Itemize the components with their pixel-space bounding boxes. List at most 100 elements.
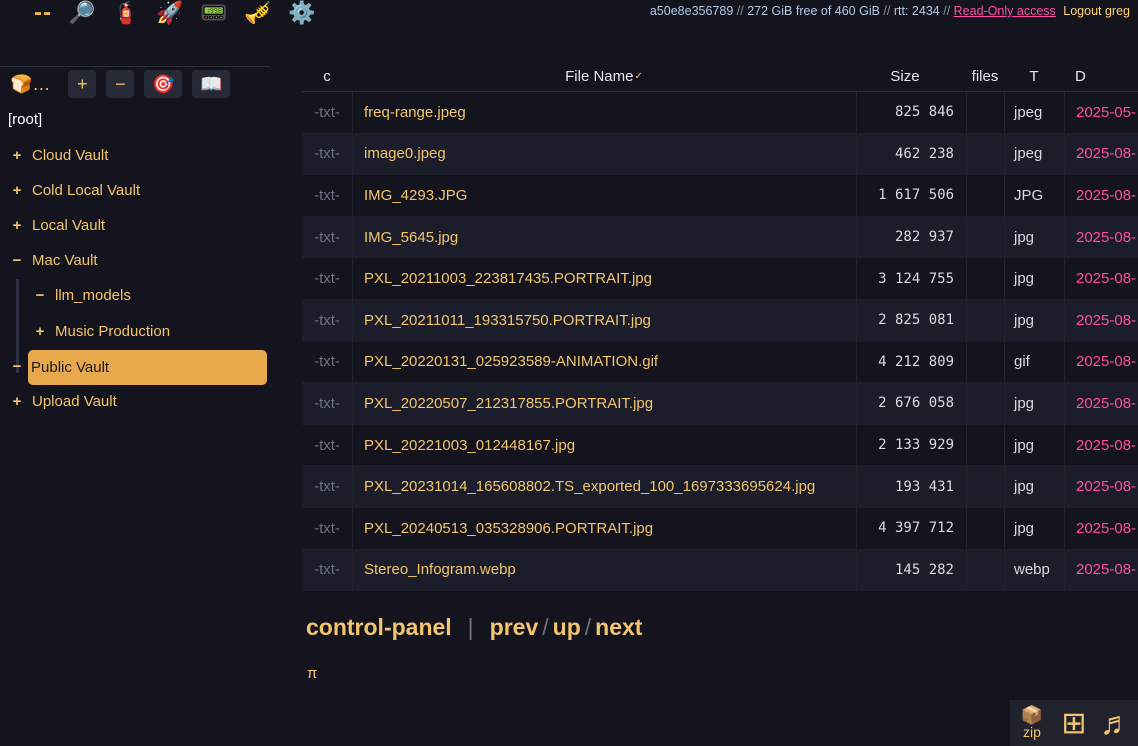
pi-link[interactable]: π: [307, 665, 317, 682]
tree-item-public-vault[interactable]: Public Vault: [28, 350, 267, 385]
collapse-button[interactable]: −: [106, 70, 135, 98]
file-name-link[interactable]: IMG_5645.jpg: [352, 216, 856, 258]
expand-icon[interactable]: +: [33, 323, 47, 340]
expand-icon[interactable]: +: [10, 393, 24, 410]
col-header-c[interactable]: c: [302, 68, 352, 85]
expand-button[interactable]: +: [68, 70, 97, 98]
file-size: 2 825 081: [856, 299, 966, 341]
file-name-link[interactable]: PXL_20240513_035328906.PORTRAIT.jpg: [352, 507, 856, 549]
col-header-size[interactable]: Size: [856, 62, 966, 91]
file-type: jpg: [1004, 258, 1064, 299]
file-name-link[interactable]: PXL_20211011_193315750.PORTRAIT.jpg: [352, 299, 856, 341]
expand-icon[interactable]: +: [10, 182, 24, 199]
table-row[interactable]: -txt- Stereo_Infogram.webp 145 282 webp 2025…: [302, 549, 1138, 592]
zip-button[interactable]: 📦 zip: [1010, 706, 1054, 740]
package-icon: 📦: [1020, 705, 1044, 725]
file-name-link[interactable]: PXL_20211003_223817435.PORTRAIT.jpg: [352, 258, 856, 299]
file-size: 282 937: [856, 216, 966, 258]
collapse-icon[interactable]: −: [10, 252, 24, 269]
file-name-link[interactable]: Stereo_Infogram.webp: [352, 549, 856, 591]
tree-item-mac-vault[interactable]: − Mac Vault: [10, 244, 98, 276]
table-row[interactable]: -txt- PXL_20211003_223817435.PORTRAIT.jpg…: [302, 258, 1138, 300]
search-icon[interactable]: 🔎: [60, 0, 104, 28]
tree-item-local-vault[interactable]: + Local Vault: [10, 209, 106, 241]
tree-item-cloud-vault[interactable]: + Cloud Vault: [10, 139, 109, 171]
table-row[interactable]: -txt- PXL_20240513_035328906.PORTRAIT.jpg…: [302, 507, 1138, 550]
trumpet-icon[interactable]: 🎺: [236, 0, 280, 28]
row-kind: -txt-: [314, 311, 340, 329]
file-size: 2 676 058: [856, 383, 966, 424]
table-row[interactable]: -txt-freq-range.jpeg 825 846 jpeg 2025-05-: [302, 92, 1138, 134]
tree-item-label: Mac Vault: [32, 251, 98, 269]
table-row[interactable]: -txt- IMG_4293.JPG 1 617 506 JPG 2025-08-: [302, 175, 1138, 217]
tree-root[interactable]: [root]: [8, 111, 42, 128]
gear-icon[interactable]: ⚙️: [280, 0, 324, 28]
row-kind: -txt-: [314, 228, 340, 246]
table-row[interactable]: -txt- PXL_20220507_212317855.PORTRAIT.jpg…: [302, 383, 1138, 425]
file-name-link[interactable]: IMG_4293.JPG: [352, 175, 856, 216]
table-row[interactable]: -txt- PXL_20220131_025923589-ANIMATION.gi…: [302, 341, 1138, 384]
file-count: [966, 424, 1004, 466]
table-row[interactable]: -txt-image0.jpeg 462 238 jpeg 2025-08-: [302, 133, 1138, 176]
col-header-files[interactable]: files: [966, 62, 1004, 91]
table-row[interactable]: -txt- IMG_5645.jpg 282 937 jpg 2025-08-: [302, 216, 1138, 259]
file-date: 2025-08-: [1064, 466, 1138, 507]
file-date: 2025-08-: [1064, 424, 1138, 466]
collapse-icon[interactable]: −: [33, 287, 47, 304]
collapse-icon[interactable]: −: [10, 358, 24, 375]
bread-icon[interactable]: 🍞…: [8, 70, 52, 98]
fire-extinguisher-icon[interactable]: 🧯: [104, 0, 148, 28]
file-type: jpg: [1004, 383, 1064, 424]
table-row[interactable]: -txt- PXL_20221003_012448167.jpg 2 133 929…: [302, 424, 1138, 467]
file-count: [966, 466, 1004, 507]
sort-indicator-icon: ✓: [634, 71, 643, 82]
tree-item-label: Public Vault: [31, 359, 110, 376]
pager-icon[interactable]: 📟: [192, 0, 236, 28]
file-date: 2025-08-: [1064, 299, 1138, 341]
tree-item-upload-vault[interactable]: + Upload Vault: [10, 385, 117, 417]
prev-link[interactable]: prev: [490, 614, 539, 641]
up-link[interactable]: up: [553, 614, 581, 641]
file-count: [966, 258, 1004, 299]
file-count: [966, 507, 1004, 549]
tree-item-llm-models[interactable]: − llm_models: [33, 279, 131, 311]
file-size: 4 212 809: [856, 341, 966, 383]
file-count: [966, 92, 1004, 133]
target-icon[interactable]: 🎯: [144, 70, 183, 98]
row-kind: -txt-: [314, 394, 340, 412]
file-size: 2 133 929: [856, 424, 966, 466]
file-size: 1 617 506: [856, 175, 966, 216]
col-header-file-name[interactable]: File Name ✓: [352, 62, 856, 91]
col-header-type[interactable]: T: [1004, 62, 1064, 91]
col-header-date[interactable]: D: [1064, 62, 1138, 91]
logout-button[interactable]: Logout greg: [1063, 4, 1130, 18]
file-type: jpg: [1004, 299, 1064, 341]
tree-item-music-production[interactable]: + Music Production: [33, 315, 170, 347]
file-type: jpg: [1004, 424, 1064, 466]
expand-icon[interactable]: +: [10, 217, 24, 234]
tree-item-cold-local-vault[interactable]: + Cold Local Vault: [10, 174, 141, 206]
grid-view-icon[interactable]: ⊞: [1054, 706, 1094, 741]
table-row[interactable]: -txt- PXL_20231014_165608802.TS_exported_…: [302, 466, 1138, 508]
panel-icon[interactable]: 📖: [192, 70, 231, 98]
file-name-link[interactable]: freq-range.jpeg: [352, 92, 856, 133]
music-player-icon[interactable]: ♬: [1094, 705, 1138, 742]
file-name-link[interactable]: image0.jpeg: [352, 133, 856, 175]
file-type: jpg: [1004, 466, 1064, 507]
file-date: 2025-08-: [1064, 383, 1138, 424]
expand-icon[interactable]: +: [10, 147, 24, 164]
next-link[interactable]: next: [595, 614, 642, 641]
read-only-link[interactable]: Read-Only access: [954, 4, 1056, 18]
dash-icon[interactable]: --: [26, 0, 60, 28]
server-info: a50e8e356789 // 272 GiB free of 460 GiB …: [650, 4, 1130, 18]
table-row[interactable]: -txt- PXL_20211011_193315750.PORTRAIT.jpg…: [302, 299, 1138, 342]
file-count: [966, 549, 1004, 591]
file-name-link[interactable]: PXL_20220131_025923589-ANIMATION.gif: [352, 341, 856, 383]
file-name-link[interactable]: PXL_20220507_212317855.PORTRAIT.jpg: [352, 383, 856, 424]
file-date: 2025-08-: [1064, 341, 1138, 383]
control-panel-link[interactable]: control-panel: [306, 614, 452, 641]
row-kind: -txt-: [314, 478, 340, 496]
file-name-link[interactable]: PXL_20231014_165608802.TS_exported_100_1…: [352, 466, 856, 507]
rocket-icon[interactable]: 🚀: [148, 0, 192, 28]
file-name-link[interactable]: PXL_20221003_012448167.jpg: [352, 424, 856, 466]
